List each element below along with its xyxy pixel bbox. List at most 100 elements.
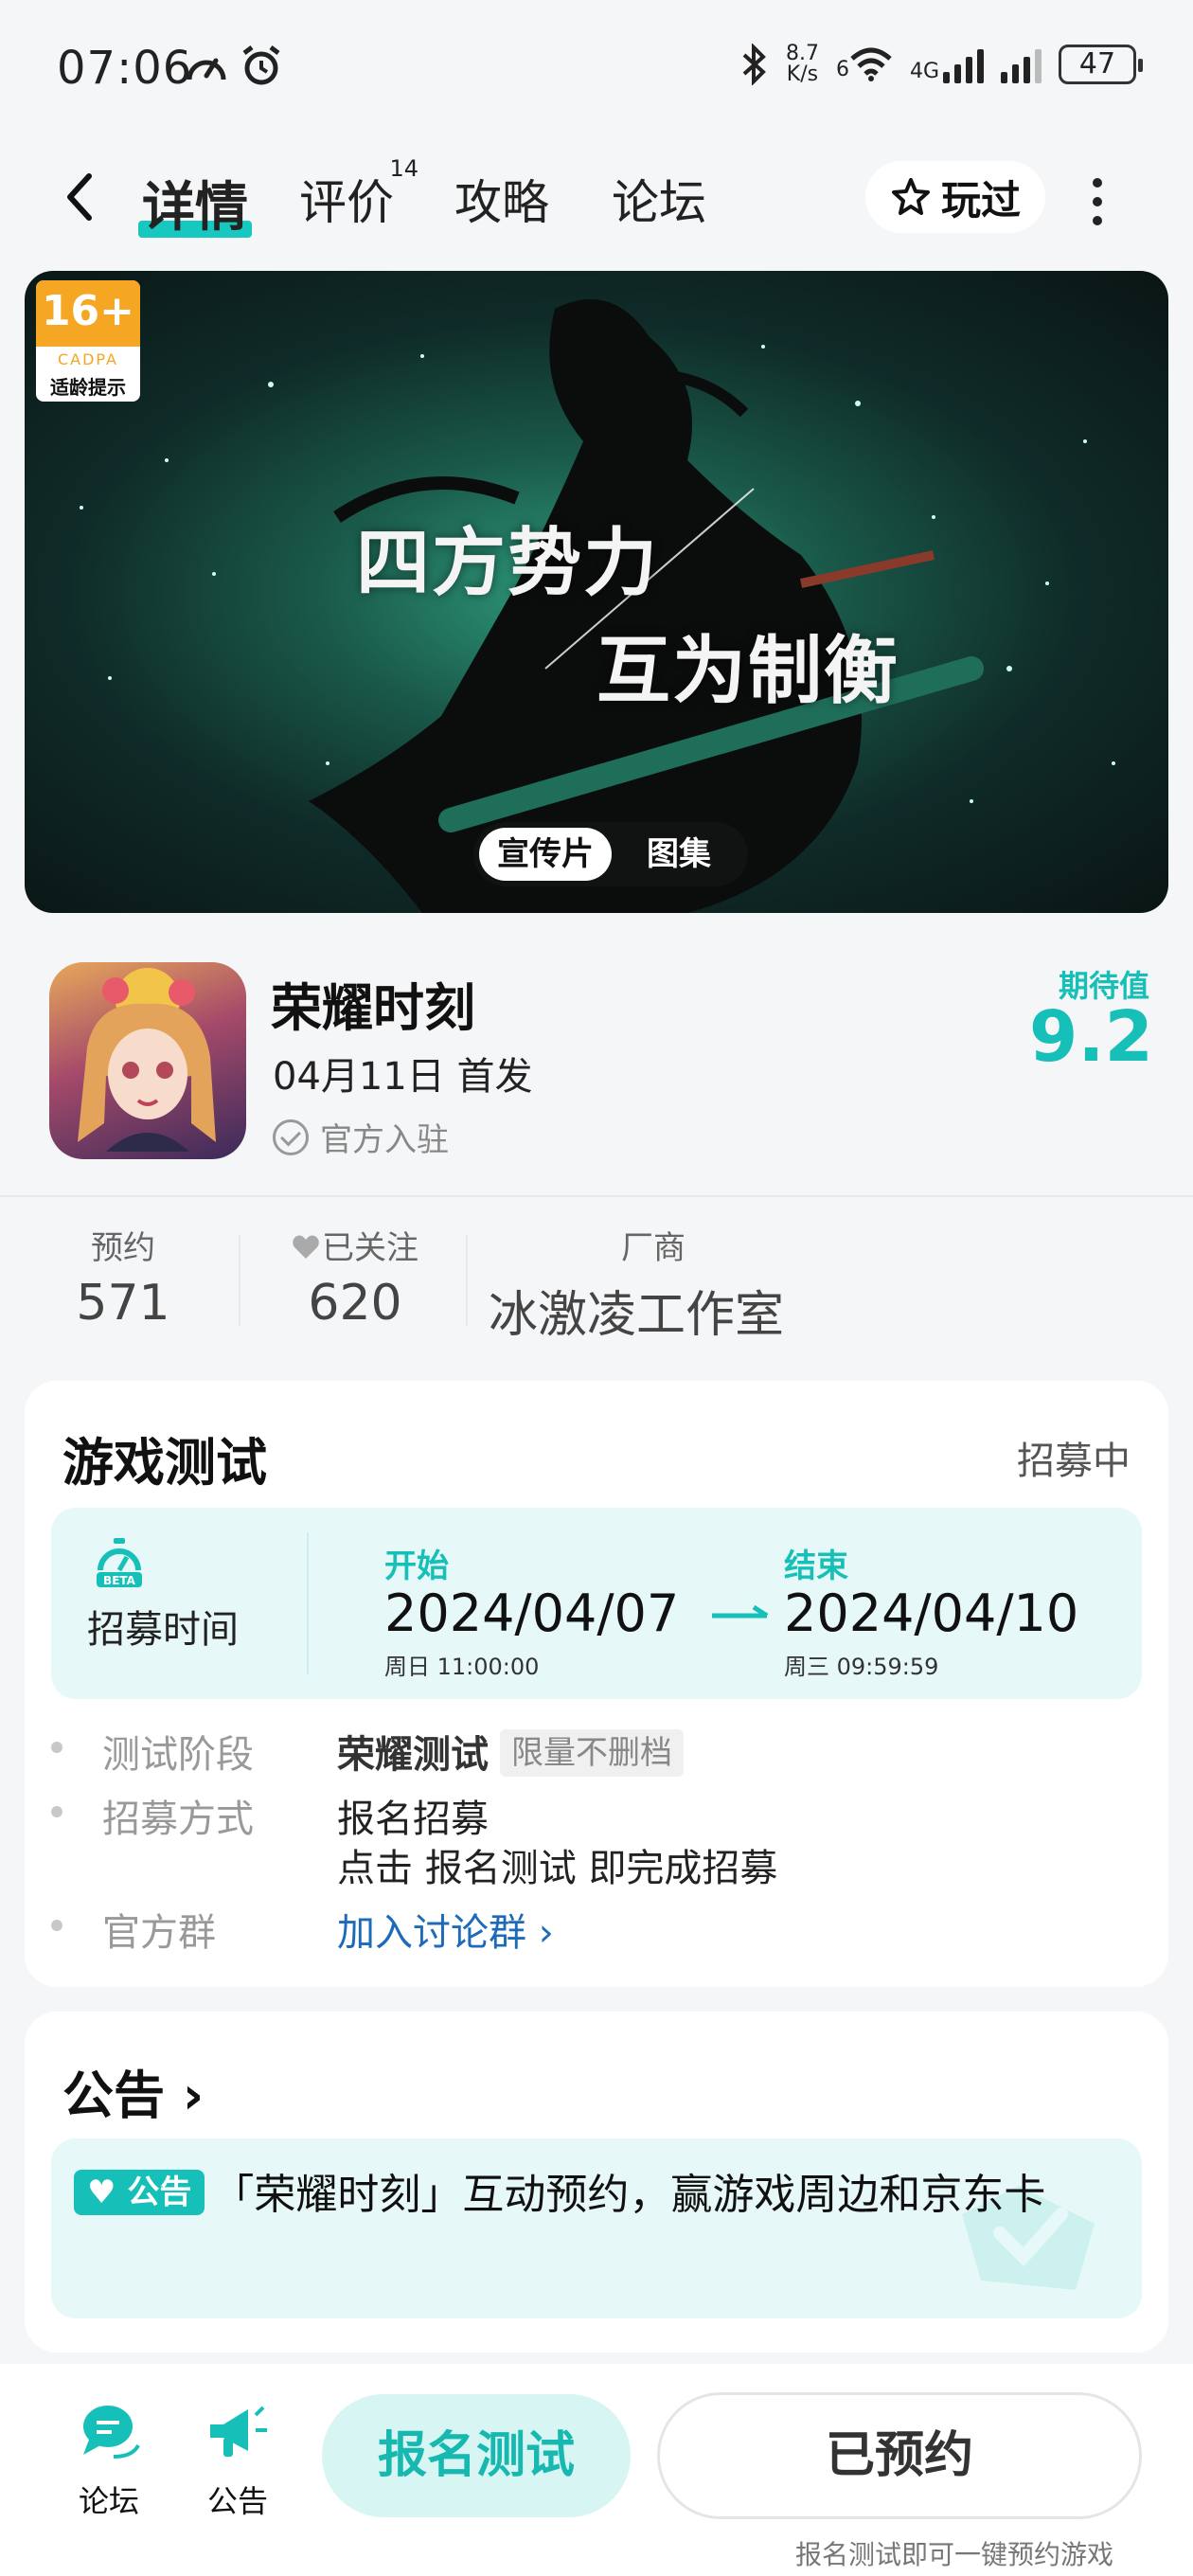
bullet-dot — [51, 1920, 62, 1931]
recruit-method-row — [51, 1788, 83, 1832]
network-type: 4G — [909, 60, 939, 83]
net-speed-value: 8.7 — [785, 42, 819, 65]
method-value: 报名招募 — [337, 1798, 489, 1841]
start-label: 开始 — [384, 1547, 449, 1585]
status-time: 07:06 — [57, 42, 193, 95]
reserve-hint: 报名测试即可一键预约游戏 — [794, 2539, 1113, 2570]
battery-indicator: 47 — [1059, 45, 1143, 84]
tab-forum[interactable]: 论坛 — [612, 165, 706, 233]
check-circle-icon — [273, 1118, 309, 1155]
notice-text: ♥ 公告 「荣耀时刻」互动预约，赢游戏周边和京东卡 — [74, 2157, 1085, 2233]
age-org: CADPA — [57, 350, 118, 368]
age-tip: 适龄提示 — [50, 376, 126, 399]
bullet-dot — [51, 1742, 62, 1753]
follow-label-text: 已关注 — [322, 1229, 418, 1267]
follow-count: 620 — [308, 1275, 402, 1332]
phase-tag: 限量不删档 — [500, 1729, 684, 1777]
bottom-notice-button[interactable]: 公告 — [186, 2402, 290, 2521]
vendor-label: 厂商 — [621, 1229, 686, 1267]
method-detail-action: 报名测试 — [424, 1847, 577, 1890]
back-arrow-icon[interactable] — [61, 169, 98, 225]
reviews-count-badge: 14 — [389, 155, 418, 182]
arrow-right-icon — [712, 1604, 769, 1619]
bottom-forum-button[interactable]: 论坛 — [57, 2402, 161, 2521]
stat-separator — [466, 1235, 468, 1326]
cellular-4g: 4G — [910, 45, 984, 83]
notice-title-label: 公告 — [62, 2066, 165, 2125]
signal-bars-2-icon — [1001, 45, 1042, 83]
vendor-name[interactable]: 冰激凌工作室 — [489, 1275, 820, 1346]
age-rating-badge: 16+ CADPA 适龄提示 — [36, 280, 140, 402]
game-test-card: 游戏测试 招募中 BETA 招募时间 开始 2024/04/07 周日 11:0… — [25, 1381, 1168, 1987]
recruit-separator — [307, 1532, 309, 1674]
played-label: 玩过 — [940, 176, 1021, 224]
method-key: 招募方式 — [102, 1798, 254, 1841]
reserved-button[interactable]: 已预约 — [657, 2392, 1142, 2519]
notice-card: 公告 › ♥ 公告 「荣耀时刻」互动预约，赢游戏周边和京东卡 — [25, 2012, 1168, 2352]
notice-title[interactable]: 公告 › — [62, 2053, 204, 2128]
tab-gallery[interactable]: 图集 — [615, 828, 742, 881]
tab-reviews-label: 评价 — [299, 175, 394, 230]
end-date: 2024/04/10 — [784, 1583, 1079, 1643]
chevron-right-icon: › — [538, 1911, 554, 1955]
banner-slogan-1: 四方势力 — [356, 520, 660, 606]
beta-timer-icon: BETA — [97, 1538, 142, 1587]
start-weekday-time: 周日 11:00:00 — [384, 1654, 540, 1680]
tab-forum-label: 论坛 — [612, 175, 706, 230]
status-bar: 07:06 8.7 K/s 6 4G 47 — [0, 0, 1193, 133]
promo-banner[interactable]: 16+ CADPA 适龄提示 四方势力 互为制衡 宣传片 图集 — [25, 271, 1168, 913]
notice-item[interactable]: ♥ 公告 「荣耀时刻」互动预约，赢游戏周边和京东卡 — [51, 2138, 1142, 2318]
apply-test-button[interactable]: 报名测试 — [322, 2394, 631, 2517]
forum-chat-icon — [83, 2406, 140, 2459]
follow-label[interactable]: 已关注 — [275, 1222, 436, 1268]
game-avatar-artwork — [78, 968, 216, 1152]
tab-guides[interactable]: 攻略 — [454, 165, 549, 233]
tab-guides-label: 攻略 — [454, 175, 549, 230]
method-detail-post: 即完成招募 — [588, 1847, 778, 1890]
end-weekday-time: 周三 09:59:59 — [784, 1654, 939, 1680]
notice-tag: ♥ 公告 — [74, 2170, 205, 2215]
top-nav: 详情 评价 14 攻略 论坛 玩过 — [0, 142, 1193, 256]
tab-details[interactable]: 详情 — [138, 165, 252, 242]
reserve-label: 预约 — [91, 1229, 155, 1267]
played-button[interactable]: 玩过 — [865, 161, 1045, 233]
test-phase-row — [51, 1724, 83, 1767]
net-speed: 8.7 K/s — [786, 44, 819, 85]
join-group-label: 加入讨论群 — [337, 1911, 526, 1955]
speedometer-icon — [187, 58, 226, 80]
tab-details-label: 详情 — [142, 177, 248, 239]
test-section-title: 游戏测试 — [62, 1433, 267, 1493]
bottom-action-bar: 论坛 公告 报名测试 已预约 报名测试即可一键预约游戏 — [0, 2364, 1193, 2576]
recruit-time-label: 招募时间 — [87, 1608, 239, 1652]
game-app-icon[interactable] — [49, 962, 246, 1159]
tab-trailer[interactable]: 宣传片 — [479, 828, 612, 881]
alarm-icon — [242, 45, 280, 85]
phase-key: 测试阶段 — [102, 1733, 254, 1777]
reserve-count: 571 — [76, 1275, 170, 1332]
phase-value: 荣耀测试 限量不删档 — [337, 1724, 684, 1779]
wifi-icon — [850, 47, 892, 81]
bullet-dot — [51, 1806, 62, 1817]
age-rating: 16+ — [36, 280, 140, 347]
recruit-time-box: BETA 招募时间 开始 2024/04/07 周日 11:00:00 结束 2… — [51, 1508, 1142, 1699]
bottom-forum-label: 论坛 — [78, 2483, 139, 2519]
expectation-score: 9.2 — [1028, 996, 1153, 1078]
wifi-indicator: 6 — [836, 47, 893, 81]
official-verified: 官方入驻 — [273, 1114, 449, 1160]
game-title: 荣耀时刻 — [271, 978, 475, 1038]
media-switch: 宣传片 图集 — [473, 822, 748, 886]
release-date: 04月11日 首发 — [273, 1055, 533, 1099]
banner-slogan-2: 互为制衡 — [596, 628, 900, 714]
section-divider — [0, 1195, 1193, 1197]
method-detail-pre: 点击 — [337, 1847, 413, 1890]
join-group-link[interactable]: 加入讨论群 › — [337, 1902, 554, 1957]
wifi-label: 6 — [835, 58, 849, 81]
more-options-icon[interactable] — [1091, 178, 1104, 225]
tab-reviews[interactable]: 评价 14 — [299, 155, 418, 233]
official-group-row — [51, 1902, 83, 1945]
notice-headline: 「荣耀时刻」互动预约，赢游戏周边和京东卡 — [212, 2171, 1046, 2219]
bottom-notice-label: 公告 — [206, 2483, 268, 2519]
notice-tag-label: 公告 — [127, 2174, 192, 2211]
net-speed-unit: K/s — [786, 63, 819, 86]
star-icon — [891, 178, 930, 215]
